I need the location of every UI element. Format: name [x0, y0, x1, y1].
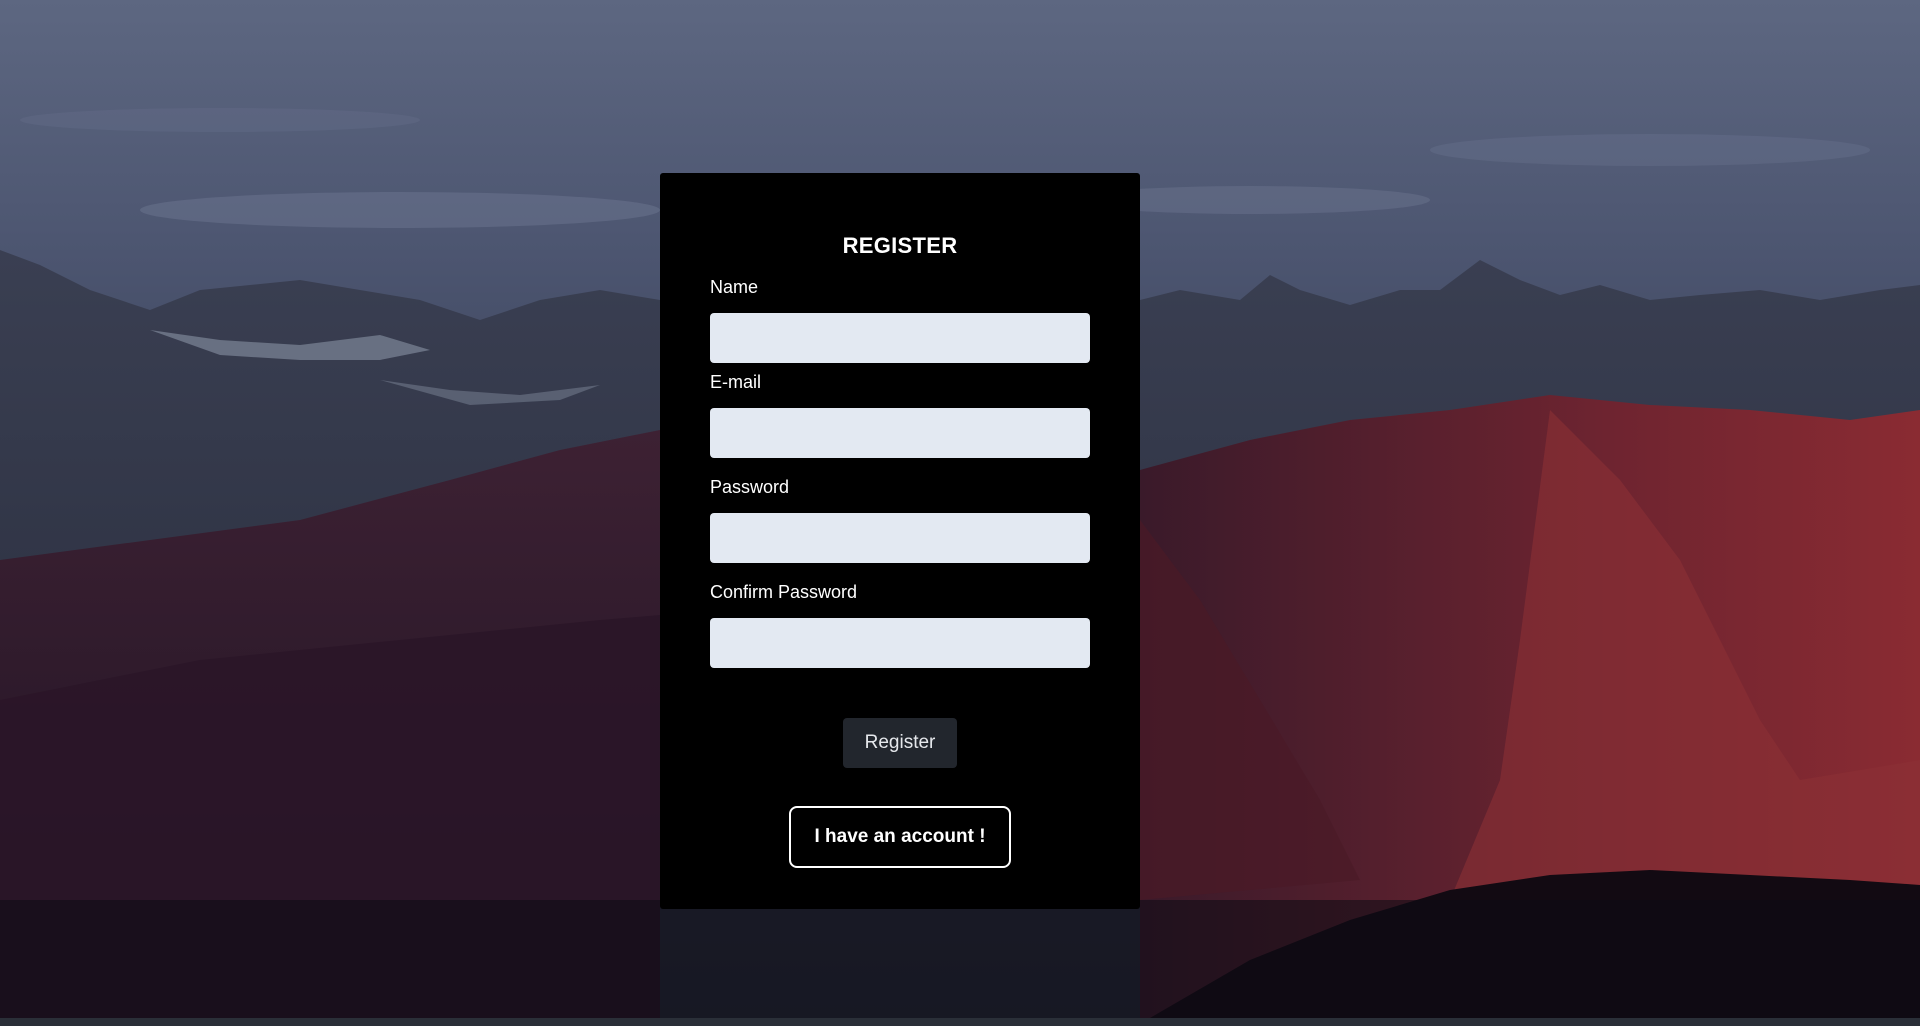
register-card: REGISTER Name E-mail Password Confirm Pa… [660, 173, 1140, 909]
confirm-password-label: Confirm Password [710, 582, 858, 602]
register-title: REGISTER [842, 233, 958, 258]
name-label: Name [710, 277, 759, 297]
password-label: Password [710, 477, 790, 497]
email-input[interactable] [710, 408, 1090, 458]
email-label: E-mail [710, 372, 762, 392]
bottom-strip [0, 1018, 1920, 1026]
confirm-password-input[interactable] [710, 618, 1090, 668]
have-account-button[interactable]: I have an account ! [789, 806, 1011, 868]
name-input[interactable] [710, 313, 1090, 363]
password-input[interactable] [710, 513, 1090, 563]
register-button[interactable]: Register [843, 718, 957, 768]
